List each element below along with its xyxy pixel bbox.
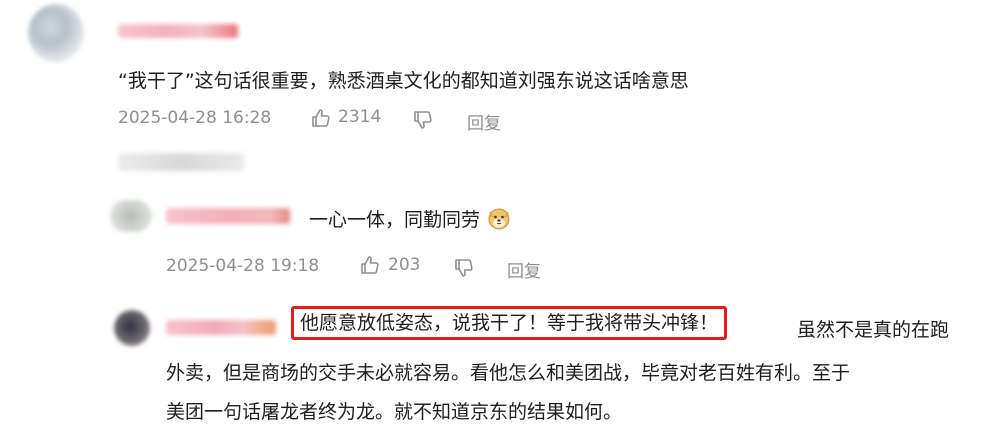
- highlighted-quote: 他愿意放低姿态，说我干了！等于我将带头冲锋！: [291, 306, 728, 340]
- comment-text-line-1: 虽然不是真的在跑: [797, 319, 950, 341]
- comment-timestamp: 2025-04-28 19:18: [166, 256, 320, 276]
- comment-text-content: 一心一体，同勤同劳: [309, 209, 481, 231]
- thumbs-down-icon[interactable]: [454, 258, 474, 278]
- reply-button[interactable]: 回复: [507, 257, 541, 282]
- avatar[interactable]: [114, 310, 150, 346]
- thumbs-up-icon[interactable]: [360, 255, 380, 275]
- like-count: 203: [388, 255, 421, 275]
- thumbs-down-icon[interactable]: [413, 110, 433, 130]
- avatar[interactable]: [28, 4, 84, 62]
- avatar[interactable]: [110, 200, 152, 232]
- comment-text: 一心一体，同勤同劳: [309, 205, 512, 236]
- dog-emoji-icon: [486, 205, 512, 236]
- username-blurred[interactable]: [166, 320, 276, 335]
- reply-button[interactable]: 回复: [467, 109, 501, 134]
- comment-text-line-2: 外卖，但是商场的交手未必就容易。看他怎么和美团战，毕竟对老百姓有利。至于: [166, 362, 851, 384]
- comment-timestamp: 2025-04-28 16:28: [118, 108, 272, 128]
- comment-text: “我干了”这句话很重要，熟悉酒桌文化的都知道刘强东说这话啥意思: [118, 70, 689, 92]
- username-blurred[interactable]: [118, 153, 244, 171]
- comment-text-line-3: 美团一句话屠龙者终为龙。就不知道京东的结果如何。: [166, 401, 623, 423]
- thumbs-up-icon[interactable]: [311, 108, 331, 128]
- like-count: 2314: [338, 107, 382, 127]
- username-blurred[interactable]: [166, 208, 290, 224]
- username-blurred[interactable]: [118, 24, 238, 38]
